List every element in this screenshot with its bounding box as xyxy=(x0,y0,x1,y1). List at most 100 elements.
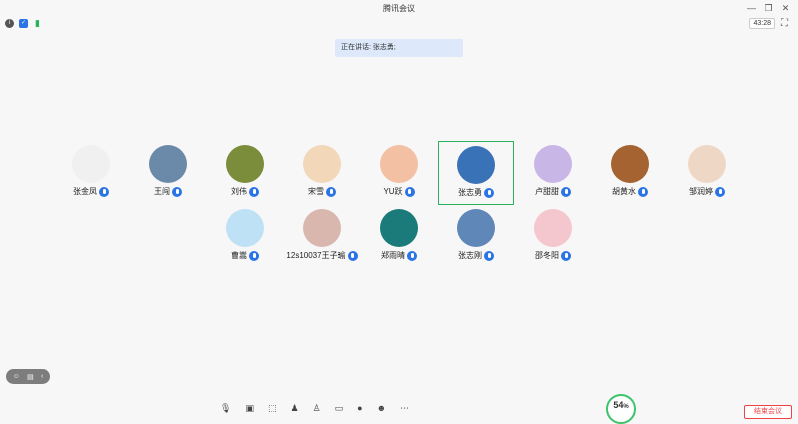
mic-status-icon xyxy=(249,186,259,197)
mic-status-icon xyxy=(561,250,571,261)
participant-tile[interactable]: 卢甜甜 xyxy=(515,141,591,205)
avatar xyxy=(380,209,418,247)
participant-name: 胡黄水 xyxy=(612,187,636,196)
participant-tile[interactable]: 宋雪 xyxy=(284,141,360,205)
speaking-banner: 正在讲话: 张志勇; xyxy=(335,39,463,57)
participant-name: 张志刚 xyxy=(458,251,482,260)
participant-name-row: 王闯 xyxy=(130,186,206,197)
chat-pill[interactable]: ☺ ▤ ‹ xyxy=(6,369,50,384)
participant-tile[interactable]: 郑雨晴 xyxy=(361,205,437,269)
participant-name-row: 邵冬阳 xyxy=(515,250,591,261)
participant-tile[interactable]: 张志刚 xyxy=(438,205,514,269)
participant-tile[interactable]: 胡黄水 xyxy=(592,141,668,205)
mic-icon[interactable]: 🎙 xyxy=(220,403,231,414)
avatar xyxy=(226,145,264,183)
meeting-timer: 43:28 xyxy=(749,18,775,29)
keyboard-icon[interactable]: ▤ xyxy=(27,373,34,381)
avatar xyxy=(534,209,572,247)
cpu-indicator: 54% xyxy=(606,394,636,424)
mic-status-icon xyxy=(638,186,648,197)
participant-name: 邵冬阳 xyxy=(535,251,559,260)
participant-name-row: 刘伟 xyxy=(207,186,283,197)
avatar xyxy=(149,145,187,183)
participant-tile[interactable]: 张金凤 xyxy=(53,141,129,205)
participant-name: 王闯 xyxy=(154,187,170,196)
avatar xyxy=(303,145,341,183)
participant-name-row: 张志勇 xyxy=(439,187,513,198)
close-icon[interactable]: ✕ xyxy=(777,0,794,17)
participant-name-row: YU跃 xyxy=(361,186,437,197)
participant-name: 曹嵩 xyxy=(231,251,247,260)
minimize-icon[interactable]: — xyxy=(743,0,760,17)
avatar xyxy=(534,145,572,183)
fullscreen-icon[interactable]: ⛶ xyxy=(781,18,792,29)
chat-icon[interactable]: ▭ xyxy=(335,403,344,414)
participant-name: 12s10037王子瑜 xyxy=(286,251,346,260)
avatar xyxy=(688,145,726,183)
share-icon[interactable]: ⬚ xyxy=(268,403,277,414)
window-title: 腾讯会议 xyxy=(383,4,415,13)
emoji-icon[interactable]: ☻ xyxy=(377,403,386,414)
participant-name: 宋雪 xyxy=(308,187,324,196)
participant-tile[interactable]: 刘伟 xyxy=(207,141,283,205)
more-icon[interactable]: ⋯ xyxy=(400,403,409,414)
avatar xyxy=(303,209,341,247)
participant-tile[interactable]: 王闯 xyxy=(130,141,206,205)
participants-icon[interactable]: ♟ xyxy=(290,403,298,414)
status-row: i ✓ ▮ 43:28 ⛶ xyxy=(0,17,798,31)
cpu-percent: 54 xyxy=(613,400,624,410)
avatar xyxy=(226,209,264,247)
participant-name: 张金凤 xyxy=(73,187,97,196)
participant-name-row: 胡黄水 xyxy=(592,186,668,197)
participant-name: 郑雨晴 xyxy=(381,251,405,260)
title-bar: 腾讯会议 — ❐ ✕ xyxy=(0,0,798,17)
participant-name-row: 宋雪 xyxy=(284,186,360,197)
mic-status-icon xyxy=(99,186,109,197)
participant-tile[interactable]: 12s10037王子瑜 xyxy=(284,205,360,269)
collapse-icon[interactable]: ‹ xyxy=(41,373,43,380)
signal-icon[interactable]: ▮ xyxy=(33,19,42,28)
info-icon[interactable]: i xyxy=(5,19,14,28)
participant-name-row: 曹嵩 xyxy=(207,250,283,261)
avatar xyxy=(72,145,110,183)
participant-name-row: 12s10037王子瑜 xyxy=(284,250,360,261)
members-icon[interactable]: ♙ xyxy=(313,403,321,414)
mic-status-icon xyxy=(561,186,571,197)
shield-icon[interactable]: ✓ xyxy=(19,19,28,28)
participant-name: 邹润婷 xyxy=(689,187,713,196)
participant-tile[interactable]: 邹润婷 xyxy=(669,141,745,205)
mic-status-icon xyxy=(347,250,358,261)
avatar xyxy=(457,209,495,247)
participant-tile[interactable]: 曹嵩 xyxy=(207,205,283,269)
participant-name: 张志勇 xyxy=(458,188,482,197)
mic-status-icon xyxy=(484,187,494,198)
participant-name-row: 张金凤 xyxy=(53,186,129,197)
record-icon[interactable]: ● xyxy=(357,403,362,414)
window-controls: — ❐ ✕ xyxy=(743,0,794,17)
mic-status-icon xyxy=(407,250,417,261)
participant-tile[interactable]: 邵冬阳 xyxy=(515,205,591,269)
video-icon[interactable]: ▣ xyxy=(245,403,254,414)
mic-status-icon xyxy=(404,186,415,197)
avatar xyxy=(457,146,495,184)
chat-icon[interactable]: ☺ xyxy=(13,373,20,380)
end-meeting-button[interactable]: 结束会议 xyxy=(744,405,792,419)
mic-status-icon xyxy=(326,186,336,197)
mic-status-icon xyxy=(484,250,494,261)
restore-icon[interactable]: ❐ xyxy=(760,0,777,17)
mic-status-icon xyxy=(715,186,725,197)
participant-name-row: 张志刚 xyxy=(438,250,514,261)
avatar xyxy=(611,145,649,183)
participant-name: 卢甜甜 xyxy=(535,187,559,196)
participant-name: 刘伟 xyxy=(231,187,247,196)
bottom-toolbar: 🎙 ▣ ⬚ ♟ ♙ ▭ ● ☻ ⋯ xyxy=(220,403,409,414)
participant-tile[interactable]: YU跃 xyxy=(361,141,437,205)
participant-name-row: 邹润婷 xyxy=(669,186,745,197)
participant-name-row: 郑雨晴 xyxy=(361,250,437,261)
avatar xyxy=(380,145,418,183)
participant-name-row: 卢甜甜 xyxy=(515,186,591,197)
participant-name: YU跃 xyxy=(383,187,403,196)
mic-status-icon xyxy=(249,250,259,261)
participant-tile[interactable]: 张志勇 xyxy=(438,141,514,205)
mic-status-icon xyxy=(172,186,182,197)
